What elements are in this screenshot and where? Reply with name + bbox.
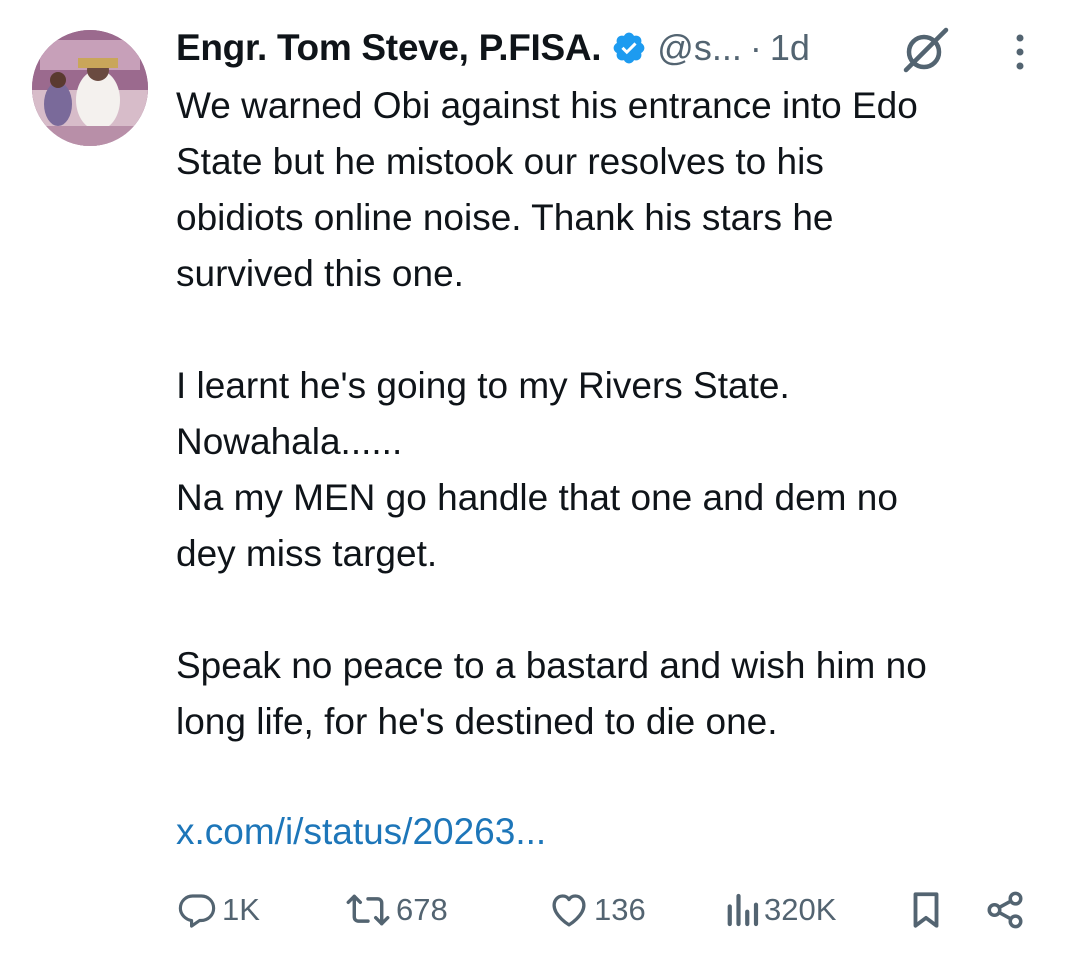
tweet-actions: 1K 678 136 320K bbox=[176, 882, 1036, 938]
reply-count: 1K bbox=[222, 892, 260, 927]
views-button[interactable]: 320K bbox=[724, 882, 836, 938]
share-icon bbox=[984, 889, 1026, 931]
like-icon bbox=[548, 889, 590, 931]
verified-badge-icon bbox=[611, 30, 647, 66]
bookmark-button[interactable] bbox=[908, 882, 944, 938]
tweet-time[interactable]: 1d bbox=[770, 27, 810, 69]
like-count: 136 bbox=[594, 892, 646, 927]
reply-icon bbox=[176, 889, 218, 931]
bookmark-icon bbox=[908, 889, 944, 931]
avatar[interactable] bbox=[32, 30, 148, 146]
reply-button[interactable]: 1K bbox=[176, 882, 260, 938]
tweet-text: We warned Obi against his entrance into … bbox=[176, 85, 927, 742]
share-button[interactable] bbox=[984, 882, 1026, 938]
repost-button[interactable]: 678 bbox=[344, 882, 448, 938]
more-options-icon[interactable] bbox=[1012, 32, 1028, 72]
tweet-link[interactable]: x.com/i/status/20263... bbox=[176, 804, 546, 860]
repost-icon bbox=[344, 889, 392, 931]
author-handle[interactable]: @s... bbox=[657, 27, 742, 69]
views-icon bbox=[724, 889, 760, 931]
like-button[interactable]: 136 bbox=[548, 882, 646, 938]
author-name[interactable]: Engr. Tom Steve, P.FISA. bbox=[176, 27, 602, 69]
tweet-header: Engr. Tom Steve, P.FISA. @s... · 1d bbox=[176, 20, 1046, 76]
views-count: 320K bbox=[764, 892, 837, 927]
separator-dot: · bbox=[749, 27, 762, 68]
repost-count: 678 bbox=[396, 892, 448, 927]
grok-icon[interactable] bbox=[900, 26, 952, 74]
